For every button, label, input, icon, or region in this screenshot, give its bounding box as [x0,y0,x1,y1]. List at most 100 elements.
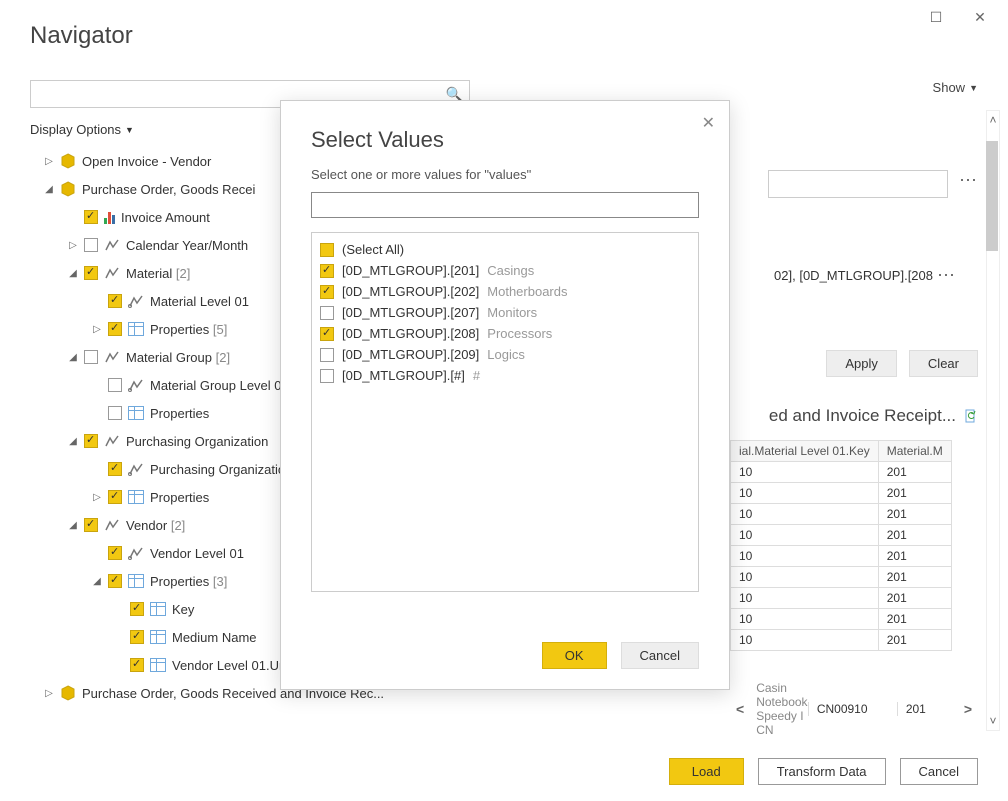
close-icon[interactable]: ✕ [702,113,715,133]
scroll-down-icon[interactable]: ˅ [987,714,999,728]
expand-icon[interactable]: ▷ [44,156,54,167]
checkbox[interactable] [320,327,334,341]
checkbox[interactable] [108,490,122,504]
page-title: Navigator [30,22,133,50]
checkbox[interactable] [84,518,98,532]
table-cell: 201 [878,588,951,609]
value-desc: Logics [487,347,525,362]
dimension-icon [128,461,144,477]
table-row[interactable]: 10201 [731,588,952,609]
collapse-icon[interactable]: ◢ [68,520,78,531]
checkbox[interactable] [320,306,334,320]
checkbox[interactable] [130,658,144,672]
value-row[interactable]: [0D_MTLGROUP].[201] Casings [320,260,690,281]
checkbox[interactable] [320,369,334,383]
scroll-thumb[interactable] [986,141,998,251]
cancel-button[interactable]: Cancel [900,758,978,785]
table-cell: 201 [878,630,951,651]
show-dropdown[interactable]: Show ▼ [933,80,978,95]
value-row[interactable]: [0D_MTLGROUP].[208] Processors [320,323,690,344]
vertical-scrollbar[interactable]: ˄ ˅ [986,110,1000,731]
clear-button[interactable]: Clear [909,350,978,377]
select-values-dialog: ✕ Select Values Select one or more value… [280,100,730,690]
checkbox[interactable] [108,546,122,560]
checkbox[interactable] [84,350,98,364]
expand-icon[interactable]: ▷ [92,492,102,503]
checkbox[interactable] [320,348,334,362]
checkbox[interactable] [130,630,144,644]
table-cell: 10 [731,630,879,651]
table-row[interactable]: 10201 [731,567,952,588]
column-header[interactable]: Material.M [878,441,951,462]
value-desc: # [473,368,480,383]
value-code: [0D_MTLGROUP].[207] [342,305,479,320]
measure-icon [104,210,115,224]
ok-button[interactable]: OK [542,642,607,669]
value-code: [0D_MTLGROUP].[201] [342,263,479,278]
more-button-1[interactable]: ⋯ [959,170,978,191]
value-row[interactable]: [0D_MTLGROUP].[209] Logics [320,344,690,365]
apply-button[interactable]: Apply [826,350,897,377]
select-all-row[interactable]: (Select All) [320,239,690,260]
parameter-input-1[interactable] [768,170,948,198]
table-cell: 201 [898,702,958,716]
load-button[interactable]: Load [669,758,744,785]
collapse-icon[interactable]: ◢ [44,184,54,195]
cancel-button[interactable]: Cancel [621,642,699,669]
collapse-icon[interactable]: ◢ [68,268,78,279]
scroll-up-icon[interactable]: ˄ [987,111,999,127]
checkbox[interactable] [84,210,98,224]
checkbox[interactable] [320,285,334,299]
expand-icon[interactable]: ▷ [44,688,54,699]
close-button[interactable]: ✕ [960,4,1000,30]
value-row[interactable]: [0D_MTLGROUP].[#] # [320,365,690,386]
scroll-right-button[interactable]: > [958,701,978,717]
value-desc: Casings [487,263,534,278]
checkbox[interactable] [320,243,334,257]
cube-icon [60,181,76,197]
expand-icon[interactable]: ▷ [92,324,102,335]
checkbox[interactable] [108,574,122,588]
value-row[interactable]: [0D_MTLGROUP].[202] Motherboards [320,281,690,302]
table-row[interactable]: 10201 [731,546,952,567]
checkbox[interactable] [108,406,122,420]
collapse-icon[interactable]: ◢ [92,576,102,587]
value-desc: Motherboards [487,284,567,299]
scroll-left-button[interactable]: < [730,701,750,717]
table-row[interactable]: 10201 [731,630,952,651]
refresh-icon[interactable] [962,408,978,424]
table-row[interactable]: 10201 [731,609,952,630]
display-options-dropdown[interactable]: Display Options ▼ [30,118,134,141]
table-icon [128,574,144,588]
table-cell: 201 [878,462,951,483]
dialog-title: Select Values [311,127,699,153]
checkbox[interactable] [84,266,98,280]
table-row[interactable]: 10201 [731,525,952,546]
checkbox[interactable] [108,378,122,392]
value-row[interactable]: [0D_MTLGROUP].[207] Monitors [320,302,690,323]
checkbox[interactable] [84,434,98,448]
transform-data-button[interactable]: Transform Data [758,758,886,785]
checkbox[interactable] [108,322,122,336]
table-cell: 201 [878,525,951,546]
table-row[interactable]: 10201 [731,483,952,504]
maximize-button[interactable]: ☐ [916,4,956,30]
collapse-icon[interactable]: ◢ [68,352,78,363]
checkbox[interactable] [130,602,144,616]
column-header[interactable]: ial.Material Level 01.Key [731,441,879,462]
expand-icon[interactable]: ▷ [68,240,78,251]
collapse-icon[interactable]: ◢ [68,436,78,447]
value-code: [0D_MTLGROUP].[208] [342,326,479,341]
table-row[interactable]: 10201 [731,504,952,525]
checkbox[interactable] [108,462,122,476]
value-code: [0D_MTLGROUP].[209] [342,347,479,362]
checkbox[interactable] [320,264,334,278]
more-button-2[interactable]: ⋯ [937,265,956,286]
value-desc: Processors [487,326,552,341]
values-search-input[interactable] [311,192,699,218]
checkbox[interactable] [108,294,122,308]
value-code: [0D_MTLGROUP].[#] [342,368,465,383]
checkbox[interactable] [84,238,98,252]
table-icon [150,602,166,616]
table-row[interactable]: 10201 [731,462,952,483]
